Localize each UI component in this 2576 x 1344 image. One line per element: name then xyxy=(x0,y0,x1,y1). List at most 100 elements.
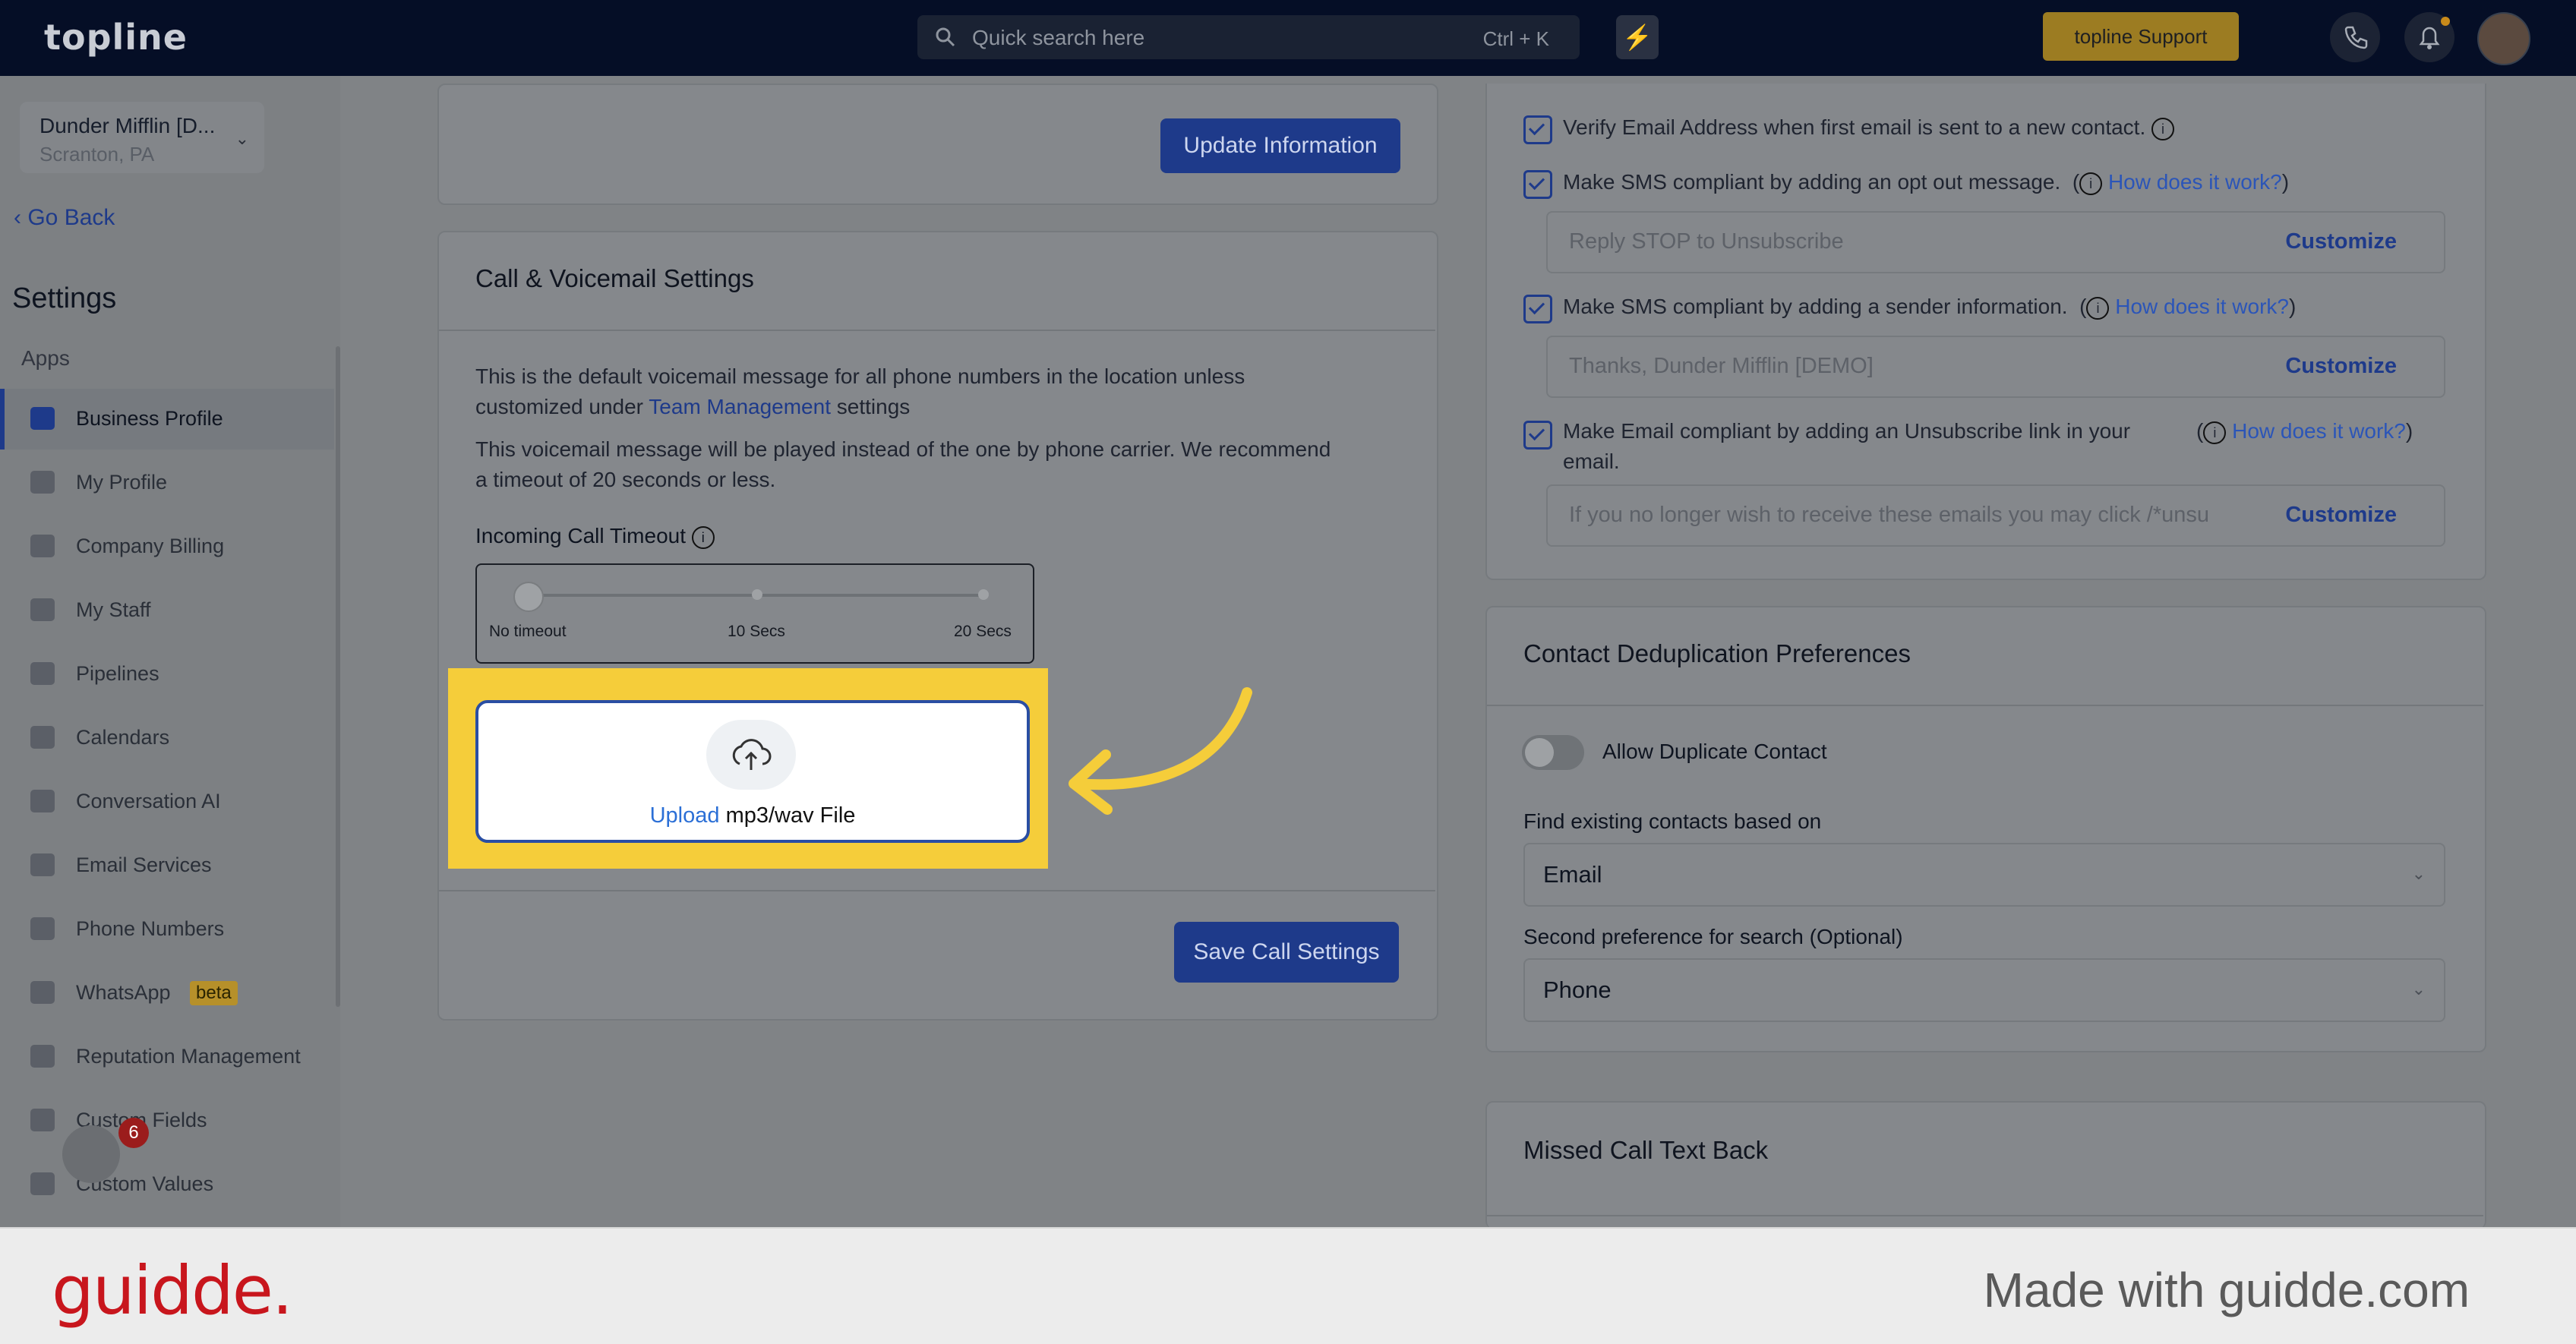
briefcase-icon xyxy=(30,407,55,430)
search-icon xyxy=(936,27,955,47)
sidebar-item-phone-numbers[interactable]: Phone Numbers xyxy=(0,899,334,960)
sidebar-scrollbar[interactable] xyxy=(336,346,340,1007)
allow-duplicate-toggle[interactable] xyxy=(1522,735,1584,770)
sidebar-item-label: Email Services xyxy=(76,853,212,876)
sms-sender-checkbox[interactable] xyxy=(1523,295,1552,323)
person-icon xyxy=(30,471,55,494)
sidebar-item-company-billing[interactable]: Company Billing xyxy=(0,516,334,577)
sidebar-item-custom-values[interactable]: Custom Values xyxy=(0,1154,334,1215)
active-indicator xyxy=(0,389,5,450)
sidebar-item-label: My Staff xyxy=(76,598,151,621)
sidebar-item-email-services[interactable]: Email Services xyxy=(0,835,334,896)
location-switcher[interactable]: Dunder Mifflin [D... Scranton, PA ⌄ xyxy=(20,102,264,173)
carrier-description-line2: a timeout of 20 seconds or less. xyxy=(475,468,776,491)
customize-button[interactable]: Customize xyxy=(2285,503,2397,528)
sidebar-item-conversation-ai[interactable]: Conversation AI xyxy=(0,771,334,832)
edit-icon xyxy=(30,1109,55,1131)
settings-title: Settings xyxy=(12,282,117,314)
verify-email-label: Verify Email Address when first email is… xyxy=(1563,112,2175,143)
sidebar-item-label: Calendars xyxy=(76,726,170,749)
sidebar-item-label: WhatsApp xyxy=(76,981,171,1004)
beta-badge: beta xyxy=(190,981,238,1005)
notification-dot xyxy=(2441,17,2450,26)
search-placeholder: Quick search here xyxy=(972,26,1145,49)
voicemail-settings-title: Call & Voicemail Settings xyxy=(475,264,754,292)
section-label: Apps xyxy=(21,346,70,370)
guidde-footer: guidde. Made with guidde.com xyxy=(0,1227,2576,1344)
app-logo[interactable]: topline xyxy=(44,17,188,58)
billing-icon xyxy=(30,535,55,557)
sidebar-item-pipelines[interactable]: Pipelines xyxy=(0,644,334,705)
chevron-down-icon: ⌄ xyxy=(2411,980,2426,999)
sidebar-item-business-profile[interactable]: Business Profile xyxy=(0,389,334,450)
customize-button[interactable]: Customize xyxy=(2285,354,2397,379)
how-does-it-work-link[interactable]: How does it work? xyxy=(2108,170,2282,194)
email-unsubscribe-label-line1: Make Email compliant by adding an Unsubs… xyxy=(1563,419,2131,443)
team-management-link[interactable]: Team Management xyxy=(649,395,831,418)
info-icon[interactable]: i xyxy=(691,525,715,549)
sidebar-item-my-staff[interactable]: My Staff xyxy=(0,580,334,641)
sidebar-item-my-profile[interactable]: My Profile xyxy=(0,453,334,513)
business-info-card: Update Information xyxy=(437,84,1438,205)
update-information-button[interactable]: Update Information xyxy=(1160,118,1400,173)
upload-text: Upload mp3/wav File xyxy=(478,803,1027,828)
upload-dropzone[interactable]: Upload mp3/wav File xyxy=(475,700,1030,843)
user-avatar[interactable] xyxy=(2477,12,2530,65)
sidebar-item-label: Reputation Management xyxy=(76,1045,301,1068)
info-icon[interactable]: i xyxy=(2086,296,2110,320)
email-unsubscribe-checkbox[interactable] xyxy=(1523,421,1552,450)
info-icon[interactable]: i xyxy=(2079,172,2103,195)
voicemail-description-line1: This is the default voicemail message fo… xyxy=(475,364,1245,388)
incoming-call-timeout-label: Incoming Call Timeout i xyxy=(475,521,715,551)
slider-handle[interactable] xyxy=(513,582,544,612)
sidebar-item-reputation-management[interactable]: Reputation Management xyxy=(0,1027,334,1087)
pipeline-icon xyxy=(30,662,55,685)
chat-icon xyxy=(30,790,55,812)
select-value: Email xyxy=(1543,861,1602,888)
notification-count-badge: 6 xyxy=(118,1118,149,1148)
chat-widget-button[interactable] xyxy=(62,1125,120,1183)
select-value: Phone xyxy=(1543,976,1612,1003)
search-shortcut: Ctrl + K xyxy=(1482,27,1549,50)
info-icon[interactable]: i xyxy=(2203,421,2227,444)
sidebar-item-label: Business Profile xyxy=(76,407,223,430)
sidebar-item-label: Phone Numbers xyxy=(76,917,225,940)
voicemail-description-line2: customized under Team Management setting… xyxy=(475,392,910,422)
verify-email-checkbox[interactable] xyxy=(1523,115,1552,144)
sms-optout-checkbox[interactable] xyxy=(1523,170,1552,199)
find-contacts-select[interactable]: Email ⌄ xyxy=(1523,843,2445,907)
second-preference-select[interactable]: Phone ⌄ xyxy=(1523,958,2445,1022)
how-does-it-work-link[interactable]: How does it work? xyxy=(2232,419,2406,443)
made-with-text: Made with guidde.com xyxy=(1983,1263,2470,1317)
chevron-down-icon: ⌄ xyxy=(235,129,249,148)
carrier-description-line1: This voicemail message will be played in… xyxy=(475,437,1331,461)
customize-button[interactable]: Customize xyxy=(2285,229,2397,254)
bolt-icon[interactable]: ⚡ xyxy=(1616,15,1659,59)
sms-sender-input[interactable]: Thanks, Dunder Mifflin [DEMO] Customize xyxy=(1546,336,2445,398)
upload-link[interactable]: Upload xyxy=(650,803,720,828)
sidebar-item-whatsapp[interactable]: WhatsApp beta xyxy=(0,963,334,1024)
sms-optout-input[interactable]: Reply STOP to Unsubscribe Customize xyxy=(1546,211,2445,273)
timeout-label-text: Incoming Call Timeout xyxy=(475,524,687,547)
phone-button[interactable] xyxy=(2330,12,2380,62)
save-call-settings-button[interactable]: Save Call Settings xyxy=(1174,922,1399,983)
quick-search-input[interactable]: Quick search here Ctrl + K xyxy=(917,15,1580,59)
sms-sender-text: Make SMS compliant by adding a sender in… xyxy=(1563,295,2068,318)
description-text: settings xyxy=(836,395,911,418)
upload-file-type: mp3/wav File xyxy=(725,803,856,828)
how-does-it-work-link[interactable]: How does it work? xyxy=(2115,295,2289,318)
upload-cloud-icon xyxy=(706,720,796,790)
go-back-link[interactable]: ‹ Go Back xyxy=(14,205,115,231)
info-icon[interactable]: i xyxy=(2151,117,2175,140)
support-button[interactable]: topline Support xyxy=(2043,12,2239,61)
email-unsubscribe-input[interactable]: If you no longer wish to receive these e… xyxy=(1546,484,2445,547)
email-icon xyxy=(30,853,55,876)
sidebar-item-calendars[interactable]: Calendars xyxy=(0,708,334,768)
sidebar-item-custom-fields[interactable]: Custom Fields xyxy=(0,1090,334,1151)
values-icon xyxy=(30,1172,55,1195)
timeout-slider[interactable]: No timeout 10 Secs 20 Secs xyxy=(475,563,1034,664)
email-unsubscribe-label-line2: email. xyxy=(1563,450,1620,473)
slider-label-no-timeout: No timeout xyxy=(489,623,567,640)
slider-label-10: 10 Secs xyxy=(728,623,785,640)
slider-tick xyxy=(978,589,989,600)
